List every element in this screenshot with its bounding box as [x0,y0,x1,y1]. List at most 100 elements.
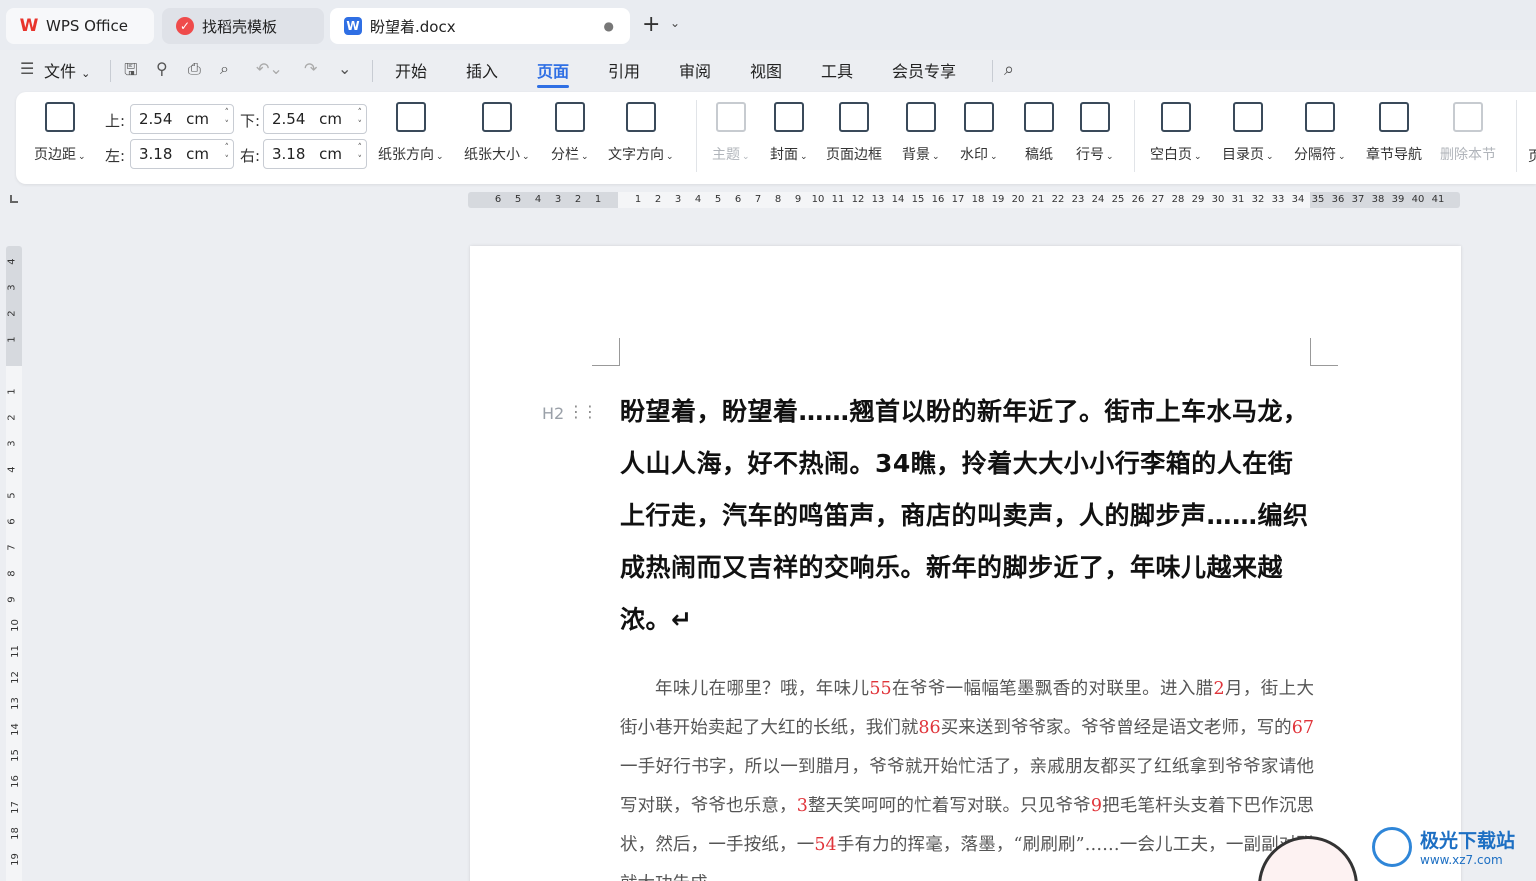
unsaved-dot-icon[interactable]: ● [604,19,614,33]
manuscript-button[interactable]: 稿纸 [1024,102,1054,164]
watermark-button[interactable]: 水印 ⌄ [960,102,998,164]
hamburger-icon[interactable]: ☰ [20,59,34,78]
watermark-url: www.xz7.com [1420,853,1503,867]
format-painter-icon[interactable]: ⚲ [156,59,168,78]
separator-icon [1304,102,1335,132]
chapter-nav-icon [1379,102,1409,132]
spinner-icon[interactable]: ˄ ˅ [225,142,230,166]
ruler-tick: 35 [1311,194,1325,205]
ruler-tick: 29 [1191,194,1205,205]
menu-insert[interactable]: 插入 [466,58,498,82]
delete-section-button[interactable]: 删除本节 [1440,102,1496,164]
menu-member[interactable]: 会员专享 [892,58,956,82]
menu-home[interactable]: 开始 [395,58,427,82]
new-tab-plus-icon[interactable]: + [642,14,660,36]
ruler-tick: 17 [9,801,21,814]
print-preview-icon[interactable]: ⌕ [220,59,229,79]
orientation-button[interactable]: 纸张方向 ⌄ [378,102,444,164]
drag-handle-icon[interactable]: ⋮⋮ [568,402,598,421]
crop-mark [592,338,620,366]
divider [1516,100,1517,172]
ruler-tick: 2 [6,414,18,421]
separator-button[interactable]: 分隔符 ⌄ [1294,102,1346,164]
paper-size-icon [481,102,512,132]
chapter-nav-button[interactable]: 章节导航 [1366,102,1422,164]
inline-number: 54 [814,835,837,855]
watermark-icon [963,102,994,132]
columns-icon [554,102,585,132]
ruler-tick: 19 [9,853,21,866]
ruler-tick: 37 [1351,194,1365,205]
tab-stop-selector[interactable] [10,195,18,203]
spinner-icon[interactable]: ˄ ˅ [358,142,363,166]
line-number-icon [1079,102,1110,132]
ruler-tick: 3 [674,194,682,205]
margins-button[interactable]: 页边距 ⌄ [34,102,86,164]
vertical-ruler[interactable]: 4 3 2 1 1 2 3 4 5 6 7 8 9 10 11 12 13 14 15 16 17 18 19 [6,246,22,881]
paper-size-button[interactable]: 纸张大小 ⌄ [464,102,530,164]
tab-document[interactable]: W 盼望着.docx ● [330,8,630,44]
menu-view[interactable]: 视图 [750,58,782,82]
ruler-tick: 6 [494,194,502,205]
right-margin-field[interactable]: 3.18 cm ˄ ˅ [263,139,367,169]
menu-tools[interactable]: 工具 [821,58,853,82]
wps-logo-icon: W [19,16,39,36]
cover-button[interactable]: 封面 ⌄ [770,102,808,164]
text-direction-button[interactable]: 文字方向 ⌄ [608,102,674,164]
menu-references[interactable]: 引用 [608,58,640,82]
search-icon[interactable]: ⌕ [1004,59,1014,80]
ruler-tick: 30 [1211,194,1225,205]
background-button[interactable]: 背景 ⌄ [902,102,940,164]
ruler-tick: 36 [1331,194,1345,205]
ruler-tick: 3 [554,194,562,205]
menu-file[interactable]: 文件 ⌄ [44,58,90,82]
top-margin-field[interactable]: 2.54 cm ˄ ˅ [130,104,234,134]
spinner-icon[interactable]: ˄ ˅ [225,107,230,131]
toc-page-button[interactable]: 目录页 ⌄ [1222,102,1274,164]
more-chevron-icon[interactable]: ⌄ [338,59,351,78]
ruler-tick: 23 [1071,194,1085,205]
ruler-tick: 2 [654,194,662,205]
page-border-button[interactable]: 页面边框 [826,102,882,164]
more-ribbon-button[interactable]: 页 [1528,102,1536,166]
inline-number: 3 [796,796,808,816]
watermark-title: 极光下载站 [1420,830,1516,852]
delete-section-icon [1453,102,1483,132]
ruler-tick: 21 [1031,194,1045,205]
inline-number: 86 [918,718,941,738]
margins-icon [44,102,75,132]
spinner-icon[interactable]: ˄ ˅ [358,107,363,131]
bottom-margin-field[interactable]: 2.54 cm ˄ ˅ [263,104,367,134]
heading-level-marker[interactable]: H2 [542,404,564,423]
left-margin-field[interactable]: 3.18 cm ˄ ˅ [130,139,234,169]
redo-icon[interactable]: ↷ [304,59,317,78]
ruler-tick: 12 [851,194,865,205]
ruler-tick: 4 [534,194,542,205]
tab-label: 找稻壳模板 [202,17,278,36]
blank-page-button[interactable]: 空白页 ⌄ [1150,102,1202,164]
ribbon-page: 页边距 ⌄ 上: 2.54 cm ˄ ˅ 下: 2.54 cm ˄ ˅ 左: 3.18 cm… [16,92,1536,184]
ruler-tick: 20 [1011,194,1025,205]
undo-icon[interactable]: ↶⌄ [256,59,283,78]
ruler-tick: 6 [734,194,742,205]
body-paragraph[interactable]: 年味儿在哪里？哦，年味儿55在爷爷一幅幅笔墨飘香的对联里。进入腊2月，街上大街小… [620,670,1314,881]
ruler-tick: 10 [9,619,21,632]
top-margin-label: 上: [105,112,126,130]
save-icon[interactable]: 🖫 [124,59,138,86]
theme-button[interactable]: 主题 ⌄ [712,102,750,164]
columns-button[interactable]: 分栏 ⌄ [551,102,589,164]
document-heading[interactable]: 盼望着，盼望着……翘首以盼的新年近了。街市上车水马龙，人山人海，好不热闹。34瞧… [620,386,1314,646]
ruler-tick: 24 [1091,194,1105,205]
tab-wps-office[interactable]: W WPS Office [6,8,154,44]
menu-review[interactable]: 审阅 [679,58,711,82]
ruler-tick: 38 [1371,194,1385,205]
line-number-button[interactable]: 行号 ⌄ [1076,102,1114,164]
ruler-tick: 6 [6,518,18,525]
chevron-down-icon[interactable]: ⌄ [670,16,680,30]
ruler-tick: 9 [794,194,802,205]
print-icon[interactable]: ⎙ [188,59,201,79]
document-page[interactable]: H2 ⋮⋮ 盼望着，盼望着……翘首以盼的新年近了。街市上车水马龙，人山人海，好不… [470,246,1461,881]
menu-page[interactable]: 页面 [537,58,570,88]
horizontal-ruler[interactable]: 6 5 4 3 2 1 1 2 3 4 5 6 7 8 9 10 11 12 13 14 15 16 17 18 19 20 21 2… [468,192,1460,208]
tab-daoke-templates[interactable]: ✓ 找稻壳模板 [162,8,324,44]
